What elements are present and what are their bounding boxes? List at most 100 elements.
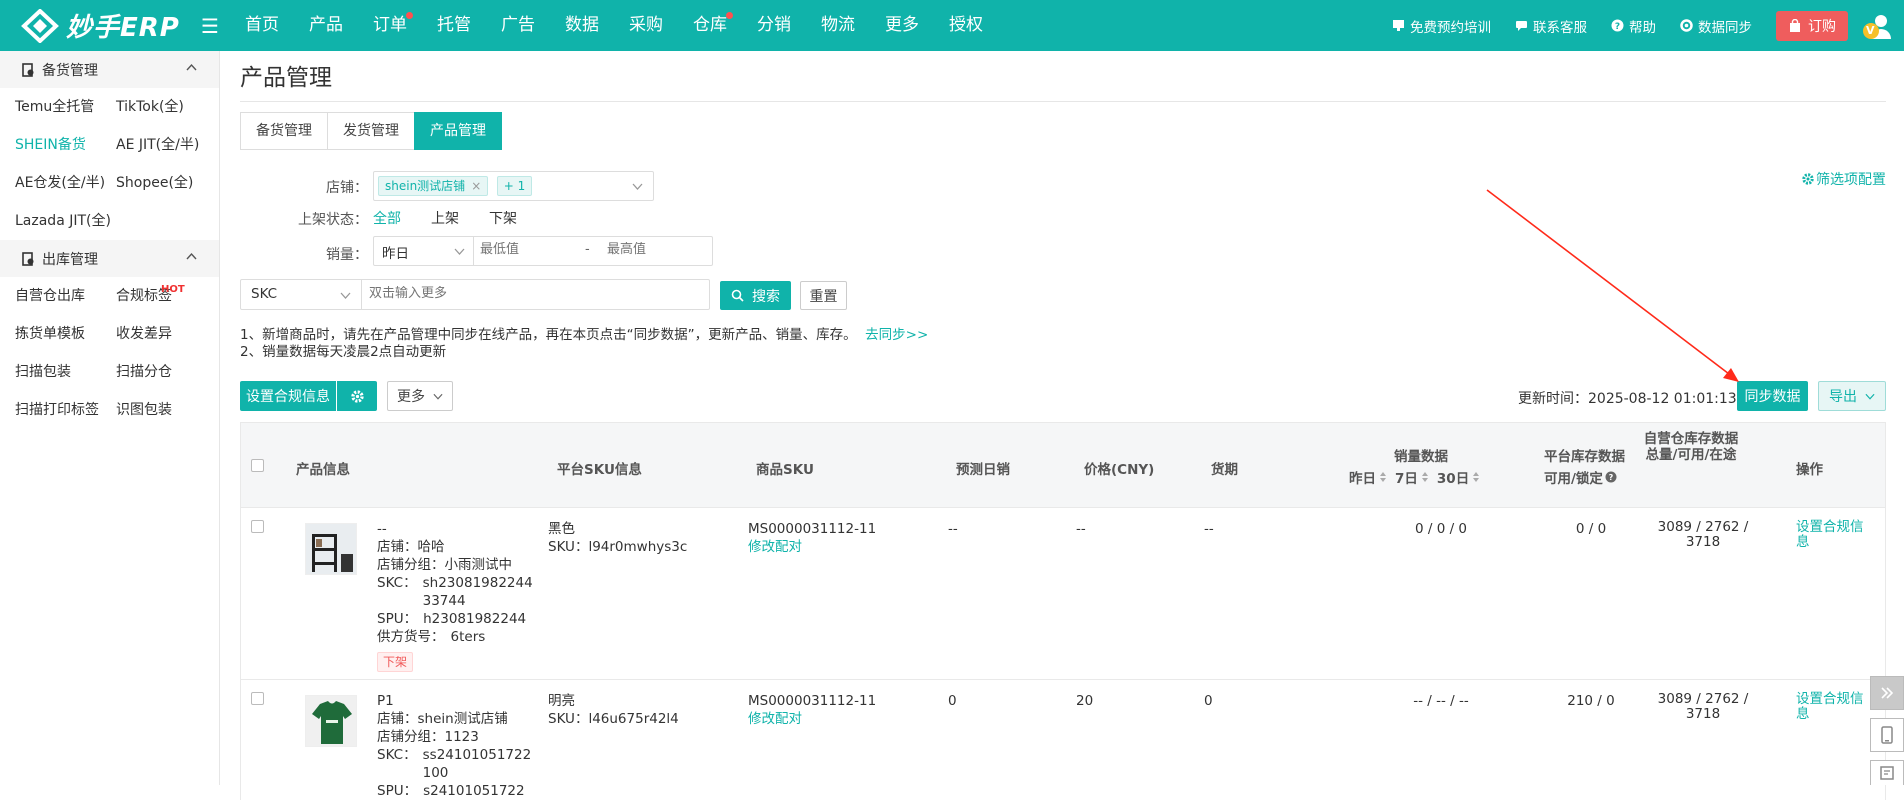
sort-icon[interactable]	[1472, 471, 1480, 483]
sort-30d[interactable]: 30日	[1437, 467, 1469, 487]
set-compliance-button[interactable]: 设置合规信息	[240, 381, 336, 411]
help-icon[interactable]: ?	[1605, 471, 1617, 483]
own-stock-line-2: 3718	[1685, 534, 1721, 550]
sort-yesterday[interactable]: 昨日	[1349, 467, 1376, 487]
help-link[interactable]: ? 帮助	[1611, 16, 1656, 36]
tab-product[interactable]: 产品管理	[414, 112, 502, 150]
export-dropdown[interactable]: 导出	[1818, 381, 1886, 411]
sync-data-button[interactable]: 同步数据	[1737, 381, 1808, 411]
feedback-button[interactable]	[1870, 760, 1904, 785]
set-compliance-link[interactable]: 设置合规信息	[1796, 692, 1864, 722]
nav-more[interactable]: 更多	[870, 0, 934, 51]
sidebar-item-temu[interactable]: Temu全托管	[15, 88, 116, 126]
go-sync-link[interactable]: 去同步>>	[865, 327, 928, 343]
sales-max-input[interactable]	[607, 242, 697, 257]
mobile-button[interactable]	[1870, 718, 1904, 752]
sort-icon[interactable]	[1379, 471, 1387, 483]
nav-warehouse[interactable]: 仓库	[678, 0, 742, 51]
compliance-settings-button[interactable]	[337, 381, 377, 411]
sales-value: 0 / 0 / 0	[1414, 521, 1468, 537]
status-on-shelf[interactable]: 上架	[431, 208, 459, 228]
sidebar-item-shopee[interactable]: Shopee(全)	[116, 164, 235, 202]
sidebar-item-compliance-label[interactable]: 合规标签 HOT	[116, 277, 235, 315]
sidebar-item-scan-print[interactable]: 扫描打印标签	[15, 391, 116, 429]
table-row: -- 店铺：哈哈 店铺分组：小雨测试中 SKC： sh23081982244 337…	[240, 508, 1886, 680]
search-field-value: SKC	[251, 286, 278, 302]
menu-toggle-icon[interactable]: ☰	[190, 14, 230, 38]
nav-purchase[interactable]: 采购	[614, 0, 678, 51]
spu-label: SPU：	[377, 783, 418, 799]
logo[interactable]: 妙手ERP	[0, 7, 190, 44]
status-filter-label: 上架状态：	[298, 212, 368, 228]
user-avatar[interactable]: V	[1862, 11, 1892, 41]
tag-close-icon[interactable]: ×	[471, 179, 481, 193]
nav-label: 分销	[757, 15, 791, 35]
sales-min-input[interactable]	[480, 242, 570, 257]
sidebar-item-ae-jit[interactable]: AE JIT(全/半)	[116, 126, 235, 164]
nav-label: 托管	[437, 15, 471, 35]
sidebar-group-stocking[interactable]: 备货管理	[0, 51, 219, 88]
shop-tag: shein测试店铺 ×	[378, 176, 489, 196]
nav-authorize[interactable]: 授权	[934, 0, 998, 51]
sidebar-item-own-warehouse-out[interactable]: 自营仓出库	[15, 277, 116, 315]
sort-icon[interactable]	[1421, 471, 1429, 483]
sidebar-item-scan-sort[interactable]: 扫描分仓	[116, 353, 235, 391]
own-stock-line-1: 3089 / 2762 /	[1657, 519, 1749, 535]
nav-logistics[interactable]: 物流	[806, 0, 870, 51]
nav-ads[interactable]: 广告	[486, 0, 550, 51]
collapse-panel-button[interactable]	[1870, 676, 1904, 710]
shop-select[interactable]: shein测试店铺 × + 1	[373, 171, 654, 201]
data-sync-link[interactable]: 数据同步	[1680, 16, 1752, 36]
edit-match-link[interactable]: 修改配对	[748, 710, 876, 728]
search-group: SKC	[240, 279, 710, 310]
nav-hosting[interactable]: 托管	[422, 0, 486, 51]
sidebar-item-tiktok[interactable]: TikTok(全)	[116, 88, 235, 126]
chevron-up-icon	[186, 63, 197, 71]
sidebar-item-receiving-diff[interactable]: 收发差异	[116, 315, 235, 353]
search-input[interactable]	[369, 286, 689, 301]
sidebar-item-image-pack[interactable]: 识图包装	[116, 391, 235, 429]
sidebar-item-picking-template[interactable]: 拣货单模板	[15, 315, 116, 353]
sales-period-select[interactable]: 昨日	[374, 237, 474, 265]
sidebar-group-outbound[interactable]: 出库管理	[0, 240, 219, 277]
sidebar-item-lazada[interactable]: Lazada JIT(全)	[15, 202, 116, 240]
status-off-shelf[interactable]: 下架	[489, 208, 517, 228]
tab-shipping[interactable]: 发货管理	[327, 112, 415, 150]
customer-service-link[interactable]: 联系客服	[1515, 16, 1587, 36]
nav-home[interactable]: 首页	[230, 0, 294, 51]
search-field-select[interactable]: SKC	[241, 280, 362, 309]
more-dropdown[interactable]: 更多	[387, 381, 453, 411]
reset-button[interactable]: 重置	[800, 281, 847, 310]
nav-data[interactable]: 数据	[550, 0, 614, 51]
training-label: 免费预约培训	[1410, 19, 1491, 36]
filter-config-link[interactable]: 筛选项配置	[1802, 169, 1886, 189]
edit-match-link[interactable]: 修改配对	[748, 538, 876, 556]
tab-stocking[interactable]: 备货管理	[240, 112, 328, 150]
sidebar-item-scan-pack[interactable]: 扫描包装	[15, 353, 116, 391]
product-thumbnail[interactable]	[305, 523, 357, 575]
set-compliance-link[interactable]: 设置合规信息	[1796, 520, 1864, 550]
row-checkbox[interactable]	[251, 692, 264, 705]
col-sales: 销量数据	[1394, 449, 1448, 465]
sort-7d[interactable]: 7日	[1395, 467, 1418, 487]
nav-product[interactable]: 产品	[294, 0, 358, 51]
update-time-label: 更新时间：	[1518, 391, 1588, 407]
sidebar-item-ae-warehouse[interactable]: AE仓发(全/半)	[15, 164, 116, 202]
op-line-2: 息	[1796, 534, 1810, 550]
export-label: 导出	[1829, 389, 1857, 405]
search-button[interactable]: 搜索	[720, 281, 791, 310]
training-link[interactable]: 免费预约培训	[1392, 16, 1491, 36]
nav-distribution[interactable]: 分销	[742, 0, 806, 51]
col-price: 价格(CNY)	[1084, 462, 1155, 478]
product-thumbnail[interactable]	[305, 695, 357, 747]
status-all[interactable]: 全部	[373, 208, 401, 228]
top-right-actions: 免费预约培训 联系客服 ? 帮助 数据同步 订购 V	[1392, 0, 1904, 51]
nav-orders[interactable]: 订单	[358, 0, 422, 51]
row-checkbox[interactable]	[251, 520, 264, 533]
select-all-checkbox[interactable]	[251, 459, 264, 472]
spu-value: h23081982244	[423, 611, 527, 627]
sidebar-item-shein[interactable]: SHEIN备货	[15, 126, 116, 164]
notification-dot	[406, 12, 413, 19]
order-button[interactable]: 订购	[1776, 10, 1848, 41]
col-own-stock: 自营仓库存数据 总量/可用/在途	[1636, 431, 1746, 463]
